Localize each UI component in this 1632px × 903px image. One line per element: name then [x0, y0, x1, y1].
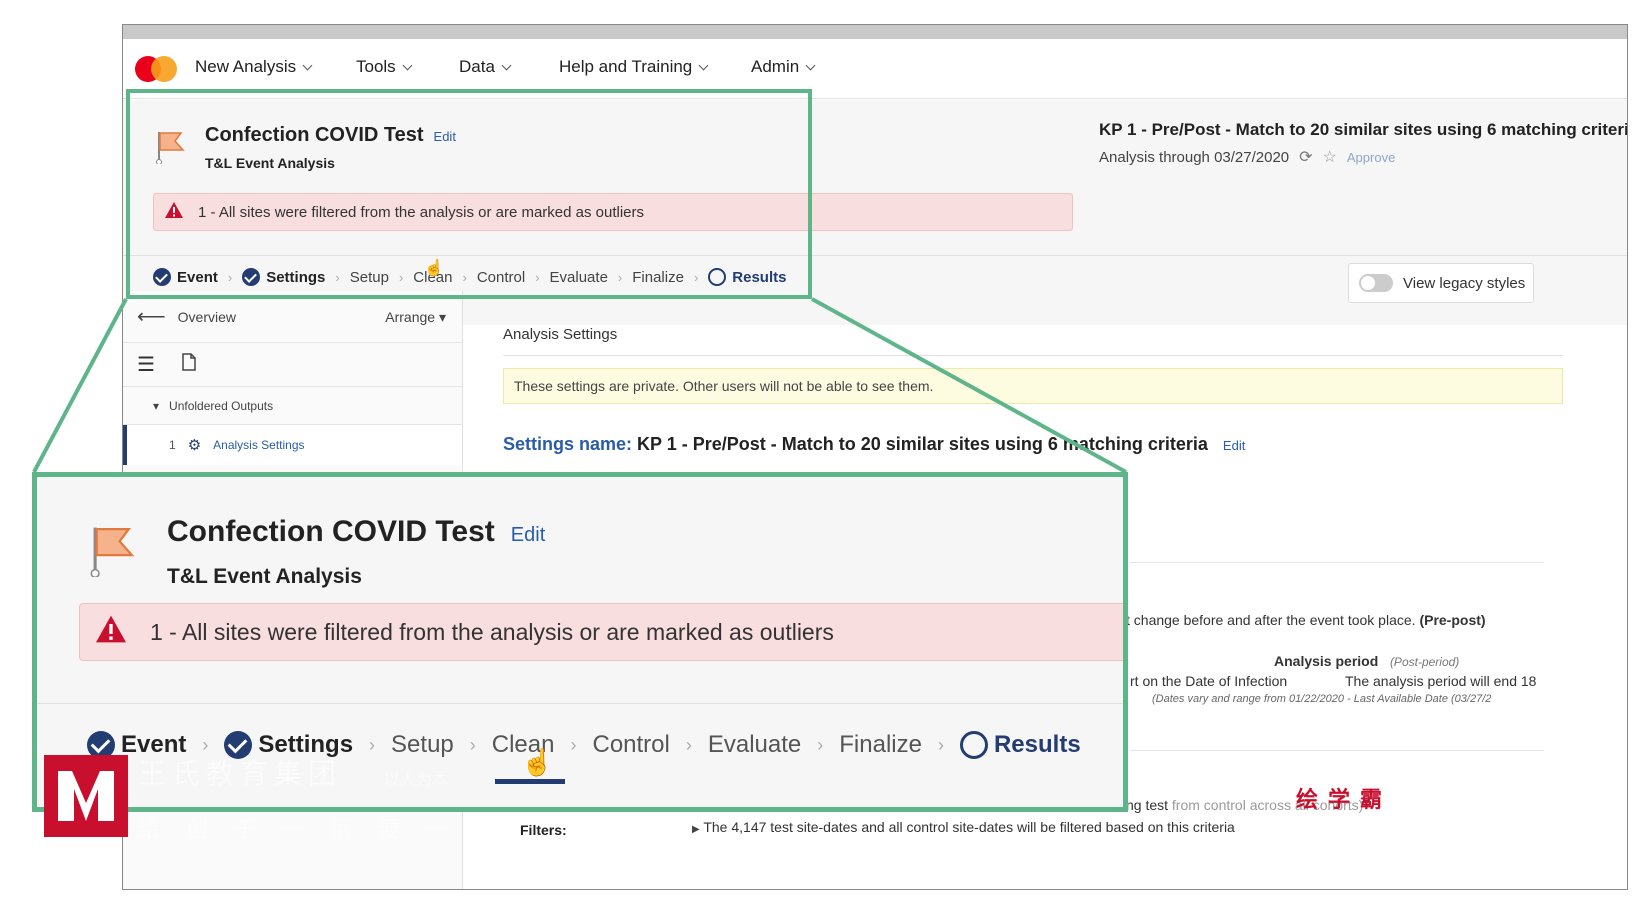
settings-title: KP 1 - Pre/Post - Match to 20 similar si… [1099, 120, 1628, 139]
analysis-type-text: t change before and after the event took… [1126, 612, 1486, 628]
chevron-down-icon [805, 60, 816, 70]
divider [1130, 750, 1544, 751]
cursor-hand-icon: ☝ [521, 747, 554, 777]
zoom-edit-link[interactable]: Edit [511, 524, 545, 546]
watermark-slogan: 以人为本 [384, 772, 449, 789]
flag-icon [89, 521, 141, 582]
document-icon[interactable] [181, 353, 197, 376]
chevron-right-icon: › [469, 734, 476, 755]
main-content: Analysis Settings These settings are pri… [503, 326, 1623, 455]
chevron-right-icon: › [817, 734, 824, 755]
nav-new-analysis[interactable]: New Analysis [195, 57, 313, 77]
filters-label: Filters: [520, 822, 567, 838]
caret-down-icon: ▾ [153, 398, 160, 413]
nav-data[interactable]: Data [459, 57, 512, 77]
zoom-step-results[interactable]: Results [959, 731, 1081, 759]
warning-icon [94, 614, 128, 650]
browser-top-strip [123, 25, 1627, 39]
chevron-right-icon: › [685, 734, 692, 755]
circle-icon [959, 731, 988, 759]
chevron-right-icon: › [369, 734, 376, 755]
gears-icon: ⚙ [187, 437, 202, 454]
divider [1130, 562, 1544, 563]
private-settings-note: These settings are private. Other users … [503, 368, 1563, 404]
zoom-analysis-subtitle: T&L Event Analysis [167, 565, 362, 588]
nav-tools[interactable]: Tools [356, 57, 413, 77]
chevron-right-icon: › [570, 734, 577, 755]
settings-name: Settings name: KP 1 - Pre/Post - Match t… [503, 434, 1246, 454]
refresh-icon[interactable]: ⟳ [1299, 147, 1312, 167]
edit-settings-link[interactable]: Edit [1223, 438, 1245, 453]
chevron-down-icon [501, 60, 512, 70]
watermark-logo [44, 755, 128, 837]
period-start-text: rt on the Date of Infection [1130, 673, 1288, 689]
arrange-dropdown[interactable]: Arrange ▾ [385, 309, 446, 326]
star-icon[interactable]: ☆ [1323, 147, 1337, 167]
brand-logo[interactable] [135, 56, 179, 82]
analysis-period-label: Analysis period (Post-period) [1274, 653, 1460, 669]
watermark-text: 王氏教育集团 [138, 758, 343, 789]
approve-button[interactable]: Approve [1347, 150, 1395, 165]
chevron-down-icon [302, 60, 313, 70]
folder-unfoldered-outputs[interactable]: ▾ Unfoldered Outputs [123, 387, 462, 425]
cursor-hand-icon: ☝ [424, 260, 444, 277]
sidebar-item-analysis-settings[interactable]: 1 ⚙ Analysis Settings [123, 425, 462, 465]
nav-help-training[interactable]: Help and Training [559, 57, 709, 77]
zoom-analysis-title: Confection COVID Test Edit [167, 515, 546, 548]
zoom-step-finalize[interactable]: Finalize [839, 731, 922, 759]
zoom-active-step-indicator [495, 779, 565, 784]
filters-description[interactable]: ▶ The 4,147 test site-dates and all cont… [692, 819, 1235, 835]
toggle-switch[interactable] [1359, 274, 1393, 292]
list-icon[interactable]: ☰ [137, 352, 155, 377]
overview-link[interactable]: Overview [178, 309, 236, 325]
chevron-right-icon: › [937, 734, 944, 755]
caret-right-icon: ▶ [692, 824, 700, 835]
back-arrow-icon[interactable]: ⟵ [137, 304, 166, 329]
zoom-error-alert: 1 - All sites were filtered from the ana… [79, 603, 1123, 661]
chevron-down-icon [698, 60, 709, 70]
zoom-step-setup[interactable]: Setup [391, 731, 454, 759]
zoom-step-evaluate[interactable]: Evaluate [708, 731, 801, 759]
sidebar-view-icons: ☰ [123, 343, 462, 387]
zoom-step-control[interactable]: Control [592, 731, 669, 759]
chevron-down-icon [402, 60, 413, 70]
watermark-text-secondary: 给创于一家要一 [138, 817, 475, 842]
divider [37, 703, 1123, 704]
legacy-styles-toggle[interactable]: View legacy styles [1348, 263, 1534, 303]
date-range-note: (Dates vary and range from 01/22/2020 - … [1152, 693, 1492, 705]
period-end-text: The analysis period will end 18 [1345, 673, 1537, 689]
analysis-through: Analysis through 03/27/2020 ⟳ ☆ Approve [1099, 147, 1396, 167]
highlight-box [126, 89, 812, 299]
watermark-brand: 绘学霸 [1296, 787, 1393, 812]
nav-admin[interactable]: Admin [751, 57, 816, 77]
main-title: Analysis Settings [503, 326, 1563, 356]
